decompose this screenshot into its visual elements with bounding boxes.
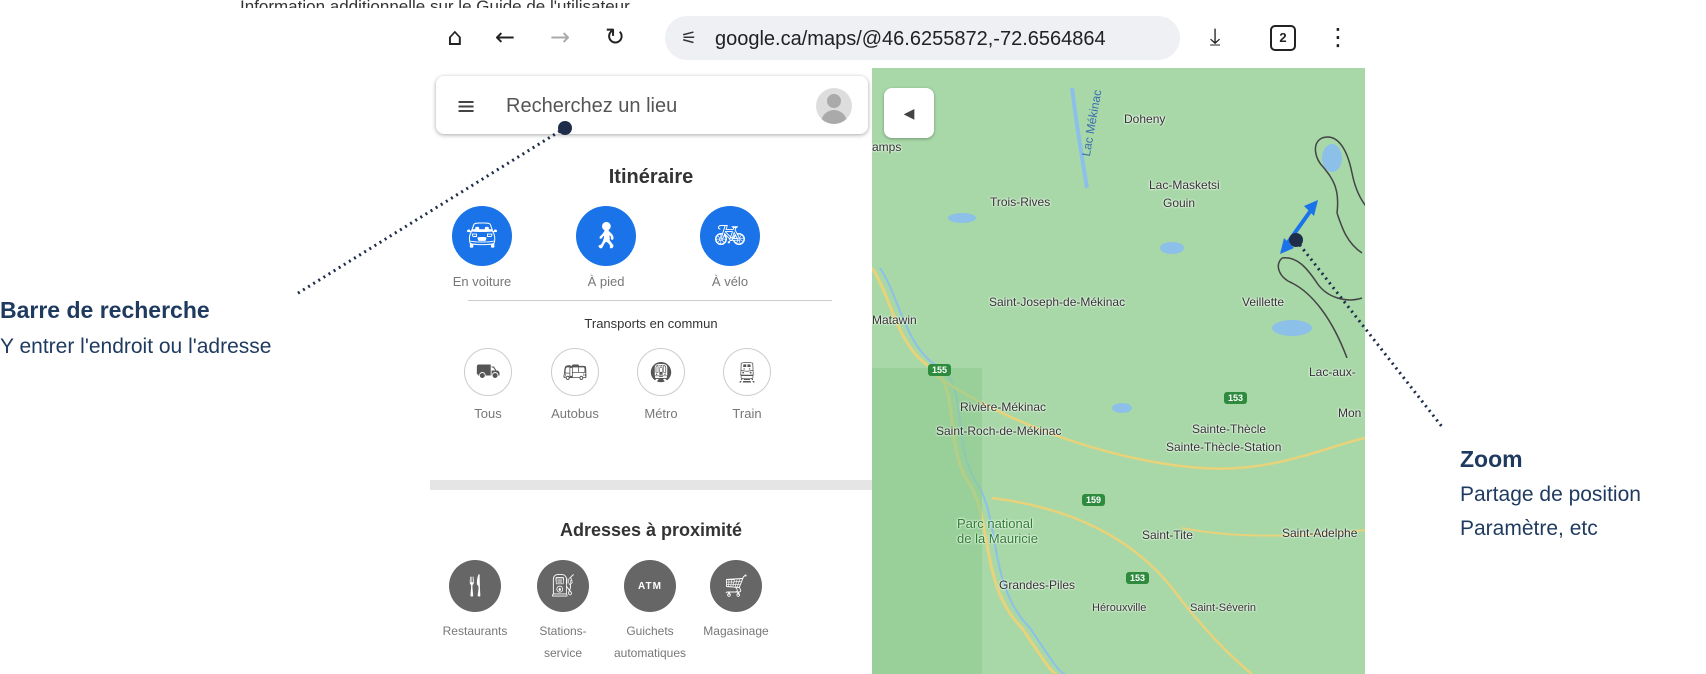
gas-station-icon: ⛽︎	[537, 560, 589, 612]
side-panel: ≡ Recherchez un lieu Itinéraire 🚘︎ En vo…	[430, 68, 873, 674]
nearby-atm-button[interactable]: ATM Guichets automatiques	[600, 560, 700, 664]
browser-toolbar: ⌂ ← → ↻ ⚟ google.ca/maps/@46.6255872,-72…	[430, 8, 1365, 68]
place-label: amps	[872, 140, 902, 154]
nearby-label: Stations-service	[539, 624, 587, 660]
mode-label: À pied	[587, 274, 625, 289]
place-label: Doheny	[1124, 112, 1166, 126]
place-label: Hérouxville	[1092, 602, 1147, 614]
transit-title: Transports en commun	[584, 316, 718, 331]
collapse-panel-button[interactable]: ◀	[884, 88, 934, 138]
restaurant-icon: 🍴︎	[449, 560, 501, 612]
walk-icon: 🚶︎	[576, 206, 636, 266]
mode-bike-button[interactable]: 🚲︎ À vélo	[680, 206, 780, 289]
transit-label: Train	[732, 406, 762, 421]
reload-icon[interactable]: ↻	[600, 22, 630, 52]
back-icon[interactable]: ←	[490, 22, 520, 52]
car-icon: 🚘︎	[452, 206, 512, 266]
place-label: Sainte-Thècle-Station	[1166, 440, 1282, 454]
shopping-cart-icon: 🛒︎	[710, 560, 762, 612]
address-bar[interactable]: ⚟ google.ca/maps/@46.6255872,-72.6564864…	[665, 16, 1180, 60]
place-label: Rivière-Mékinac	[960, 400, 1047, 414]
mode-car-button[interactable]: 🚘︎ En voiture	[432, 206, 532, 289]
tab-switcher-button[interactable]: 2	[1270, 25, 1296, 51]
transit-train-button[interactable]: 🚆︎ Train	[702, 348, 792, 421]
place-label: Gouin	[1163, 196, 1196, 210]
nearby-label: Magasinage	[703, 624, 769, 638]
bus-icon: 🚌︎	[551, 348, 599, 396]
nearby-title: Adresses à proximité	[559, 520, 743, 540]
place-label: Mon	[1338, 406, 1362, 420]
metro-icon: 🚇︎	[637, 348, 685, 396]
url-text: google.ca/maps/@46.6255872,-72.6564864	[715, 28, 1106, 50]
place-label: Trois-Rives	[990, 195, 1051, 209]
nearby-label: Restaurants	[442, 624, 508, 638]
itinerary-title: Itinéraire	[608, 166, 694, 188]
place-label: Saint-Joseph-de-Mékinac	[989, 295, 1126, 309]
route-shield: 153	[1126, 572, 1150, 584]
transit-all-icon: ⛟	[464, 348, 512, 396]
nearby-shopping-button[interactable]: 🛒︎ Magasinage	[686, 560, 786, 642]
section-separator	[430, 480, 872, 490]
annotation-search-title: Barre de recherche	[0, 297, 210, 323]
atm-icon: ATM	[624, 560, 676, 612]
park-label: de la Mauricie	[957, 531, 1038, 546]
divider	[468, 300, 832, 301]
caption-link[interactable]: Guide de l'utilisateur	[476, 0, 630, 8]
transit-all-button[interactable]: ⛟ Tous	[443, 348, 533, 421]
bike-icon: 🚲︎	[700, 206, 760, 266]
mode-label: En voiture	[452, 274, 512, 289]
search-input[interactable]: Recherchez un lieu	[506, 95, 677, 118]
route-shield: 155	[928, 364, 952, 376]
annotation-zoom-line2: Paramètre, etc	[1460, 517, 1598, 540]
annotation-zoom-line1: Partage de position	[1460, 483, 1641, 506]
top-caption: Information additionnelle sur le Guide d…	[240, 0, 630, 8]
place-label: Sainte-Thècle	[1192, 422, 1267, 436]
zoom-pointer-dot	[1289, 233, 1303, 247]
pinch-gesture-hand-icon	[1277, 136, 1365, 358]
place-label: Grandes-Piles	[999, 578, 1076, 592]
place-label: Saint-Roch-de-Mékinac	[936, 424, 1062, 438]
mode-walk-button[interactable]: 🚶︎ À pied	[556, 206, 656, 289]
home-icon[interactable]: ⌂	[440, 22, 470, 52]
route-shield: 159	[1082, 494, 1106, 506]
caption-text: Information additionnelle sur le	[240, 0, 472, 8]
place-label: Saint-Tite	[1142, 528, 1193, 542]
annotation-zoom-title: Zoom	[1460, 446, 1523, 472]
route-shield: 153	[1224, 392, 1248, 404]
transit-metro-button[interactable]: 🚇︎ Métro	[616, 348, 706, 421]
map-view[interactable]: ◀ Lac Mékinac Doheny amps Lac-Masketsi G…	[872, 68, 1365, 674]
place-label: Lac-aux-	[1309, 365, 1356, 379]
download-icon[interactable]: ⤓	[1200, 22, 1230, 52]
nearby-gas-button[interactable]: ⛽︎ Stations-service	[513, 560, 613, 664]
search-bar[interactable]: ≡ Recherchez un lieu	[436, 76, 868, 134]
search-pointer-dot	[558, 121, 572, 135]
nearby-restaurants-button[interactable]: 🍴︎ Restaurants	[430, 560, 525, 642]
avatar[interactable]	[816, 88, 852, 124]
transit-label: Métro	[644, 406, 678, 421]
nearby-label: Guichets automatiques	[613, 624, 687, 660]
transit-label: Tous	[474, 406, 502, 421]
more-menu-icon[interactable]: ⋮	[1323, 22, 1353, 52]
annotation-search-desc: Y entrer l'endroit ou l'adresse	[0, 335, 272, 358]
transit-label: Autobus	[551, 406, 599, 421]
hamburger-menu-icon[interactable]: ≡	[456, 92, 476, 120]
train-icon: 🚆︎	[723, 348, 771, 396]
site-settings-icon[interactable]: ⚟	[681, 28, 697, 49]
mode-label: À vélo	[711, 274, 749, 289]
phone-screenshot: ⌂ ← → ↻ ⚟ google.ca/maps/@46.6255872,-72…	[430, 8, 1365, 674]
transit-bus-button[interactable]: 🚌︎ Autobus	[530, 348, 620, 421]
place-label: Saint-Adelphe	[1282, 526, 1358, 540]
place-label: Lac-Masketsi	[1149, 178, 1220, 192]
place-label: Saint-Séverin	[1190, 602, 1257, 614]
forward-icon[interactable]: →	[545, 22, 575, 52]
place-label: Matawin	[872, 313, 917, 327]
park-label: Parc national	[957, 516, 1033, 531]
